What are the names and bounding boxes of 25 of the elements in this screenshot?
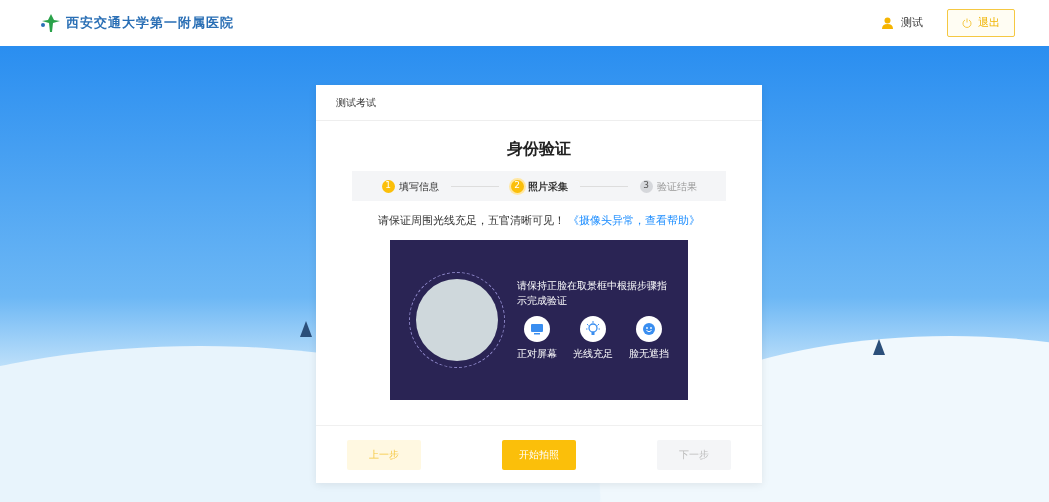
tree-icon bbox=[300, 321, 312, 339]
user-icon bbox=[882, 17, 893, 29]
step-number: 2 bbox=[510, 179, 524, 193]
step-number: 1 bbox=[381, 179, 395, 193]
monitor-icon bbox=[524, 316, 550, 342]
tip-label: 正对屏幕 bbox=[517, 347, 557, 361]
tree-icon bbox=[873, 339, 885, 357]
step-number: 3 bbox=[639, 179, 653, 193]
step-label: 照片采集 bbox=[527, 179, 568, 194]
power-icon bbox=[962, 18, 972, 28]
help-link[interactable]: 《摄像头异常，查看帮助》 bbox=[568, 214, 701, 227]
smiley-icon bbox=[636, 316, 662, 342]
tip-label: 脸无遮挡 bbox=[629, 347, 669, 361]
tip-label: 光线充足 bbox=[573, 347, 613, 361]
step-label: 验证结果 bbox=[656, 179, 697, 194]
step-label: 填写信息 bbox=[398, 179, 439, 194]
lightbulb-icon bbox=[580, 316, 606, 342]
page-heading: 身份验证 bbox=[507, 138, 571, 160]
logo-text: 西安交通大学第一附属医院 bbox=[66, 14, 234, 33]
camera-hint: 请保持正脸在取景框中根据步骤指示完成验证 bbox=[517, 279, 667, 308]
take-photo-button[interactable]: 开始拍照 bbox=[502, 439, 576, 470]
card-title: 测试考试 bbox=[336, 96, 376, 110]
instruction-text: 请保证周围光线充足，五官清晰可见！ 《摄像头异常，查看帮助》 bbox=[377, 214, 701, 227]
user-name: 测试 bbox=[901, 14, 923, 31]
logout-button[interactable]: 退出 bbox=[947, 8, 1015, 38]
